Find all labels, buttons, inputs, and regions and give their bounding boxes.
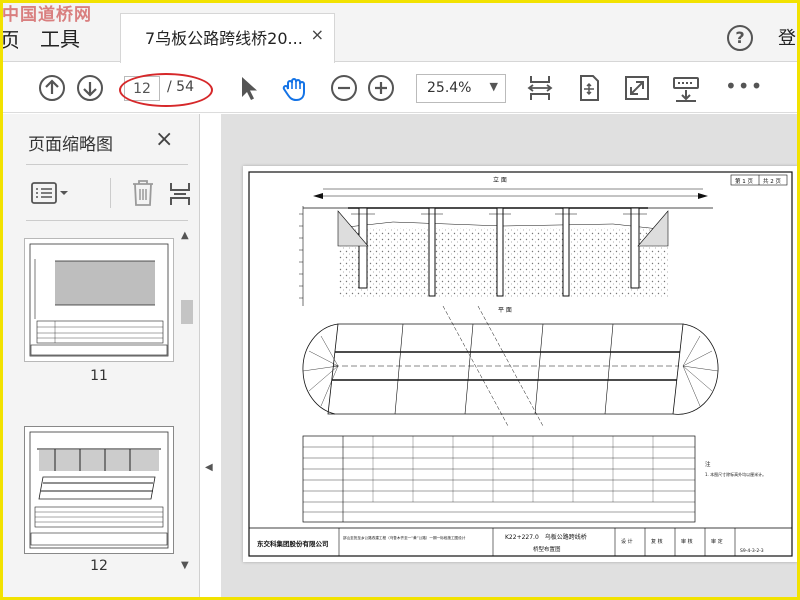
review-label: 复 核 [651,538,663,545]
thumbnail-scrollbar[interactable] [180,232,194,577]
document-tab[interactable]: 7乌板公路跨线桥20... × [120,13,335,63]
watermark: 中国道桥网 [2,5,92,25]
divider [26,164,188,165]
next-page-button[interactable] [77,75,103,101]
options-menu-icon[interactable] [30,180,70,206]
plus-icon [375,82,387,94]
note-text: 1. 本图尺寸除标高外均以厘米计。 [705,471,766,477]
divider [110,178,111,208]
arrow-down-icon [83,82,97,97]
tab-bar: 页 工具 7乌板公路跨线桥20... × ? 登 [0,0,800,63]
zoom-out-button[interactable] [331,75,357,101]
hand-tool-icon[interactable] [280,73,310,103]
more-tools-button[interactable]: ••• [725,74,763,98]
minus-icon [338,86,350,90]
menu-view[interactable]: 页 [0,24,18,53]
project-name: 邵山至抚至乡公路改建工程（乌鲁木齐至一“黄”公路）一期一标段施工图设计 [343,535,466,540]
approve-label: 审 定 [711,538,723,545]
note-title: 注 [705,460,711,468]
thumbnail-preview [29,243,169,357]
panel-title: 页面缩略图 [28,135,113,155]
page-thumbnail-selected[interactable] [24,426,174,554]
fit-page-icon[interactable] [574,73,604,103]
read-mode-icon[interactable] [671,73,701,103]
fit-width-icon[interactable] [525,73,555,103]
check-label: 审 核 [681,538,693,545]
zoom-select[interactable]: 25.4% ▼ [416,74,506,103]
station-label: K22+227.0 乌板公路跨线桥 [505,533,587,541]
login-button[interactable]: 登 [778,24,796,50]
pdf-page: 立 面 第 1 页 共 2 页 平 面 注 1. 本图尺寸除标高外均以厘米计。 … [243,166,798,562]
section-title: 立 面 [493,176,507,184]
zoom-in-button[interactable] [368,75,394,101]
tab-close-button[interactable]: × [311,25,324,44]
zoom-value: 25.4% [427,80,472,96]
thumbnail-preview [29,431,169,549]
panel-toolbar [26,176,190,212]
sheet-total: 共 2 页 [763,177,781,185]
chevron-down-icon: ▼ [489,80,498,93]
drawing-code: S9-4-3-2-3 [740,548,764,554]
insert-page-icon[interactable] [168,180,192,208]
document-view[interactable]: 立 面 第 1 页 共 2 页 平 面 注 1. 本图尺寸除标高外均以厘米计。 … [221,114,800,600]
help-icon[interactable]: ? [727,25,753,51]
scrollbar-thumb[interactable] [181,300,193,324]
page-thumbnail[interactable] [24,238,174,362]
arrow-up-icon [45,79,59,94]
trash-icon[interactable] [130,178,156,208]
select-cursor-icon[interactable] [233,73,263,103]
full-screen-icon[interactable] [622,73,652,103]
thumbnails-panel: 页面缩略图 × 11 12 ▲ ▼ ◀ [0,114,213,600]
thumbnail-label: 12 [90,558,108,574]
highlight-annotation [119,73,213,107]
prev-page-button[interactable] [39,75,65,101]
company-name: 东交科集团股份有限公司 [257,539,329,548]
drawing-name: 桥型布置图 [533,545,561,553]
scroll-up-icon[interactable]: ▲ [181,230,189,241]
sheet-number: 第 1 页 [735,177,753,185]
menu-tools[interactable]: 工具 [40,23,80,52]
plan-title: 平 面 [498,307,512,314]
design-label: 设 计 [621,538,633,545]
collapse-panel-icon[interactable]: ◀ [205,462,213,473]
divider [26,220,188,221]
close-panel-button[interactable]: × [155,127,173,152]
bridge-drawing: 立 面 第 1 页 共 2 页 平 面 注 1. 本图尺寸除标高外均以厘米计。 … [248,171,793,557]
main-toolbar: / 54 25.4% ▼ ••• [0,63,800,113]
tab-title: 7乌板公路跨线桥20... [145,29,303,48]
thumbnail-label: 11 [90,368,108,384]
scroll-down-icon[interactable]: ▼ [181,560,189,571]
